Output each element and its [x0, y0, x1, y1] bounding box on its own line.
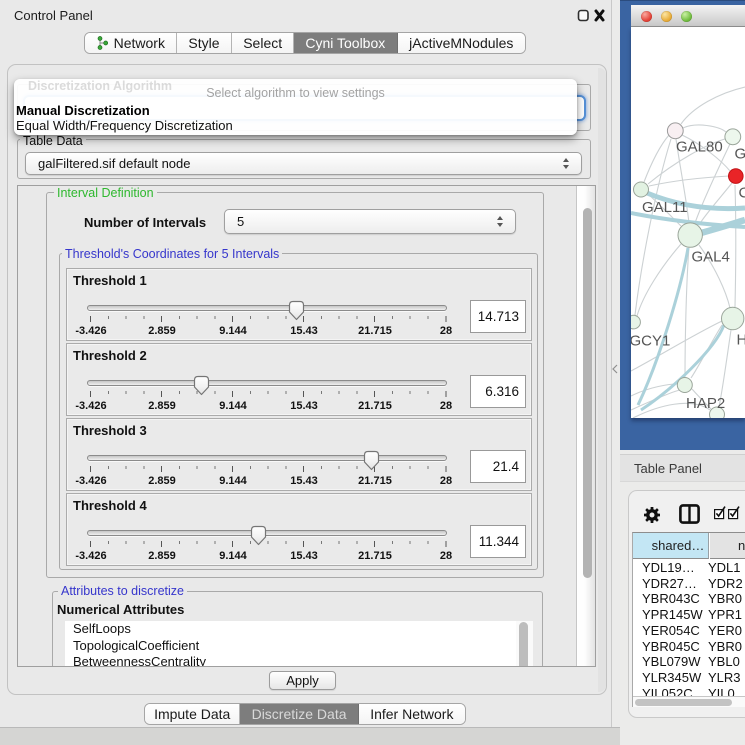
svg-text:GAL11: GAL11: [642, 199, 688, 216]
svg-text:GCY1: GCY1: [631, 333, 670, 350]
svg-text:H: H: [737, 332, 745, 349]
svg-text:C: C: [739, 185, 745, 202]
svg-text:HAP2: HAP2: [686, 395, 725, 412]
svg-text:GAL4: GAL4: [692, 249, 730, 266]
svg-text:G.: G.: [735, 146, 745, 163]
svg-text:GAL80: GAL80: [676, 139, 723, 156]
